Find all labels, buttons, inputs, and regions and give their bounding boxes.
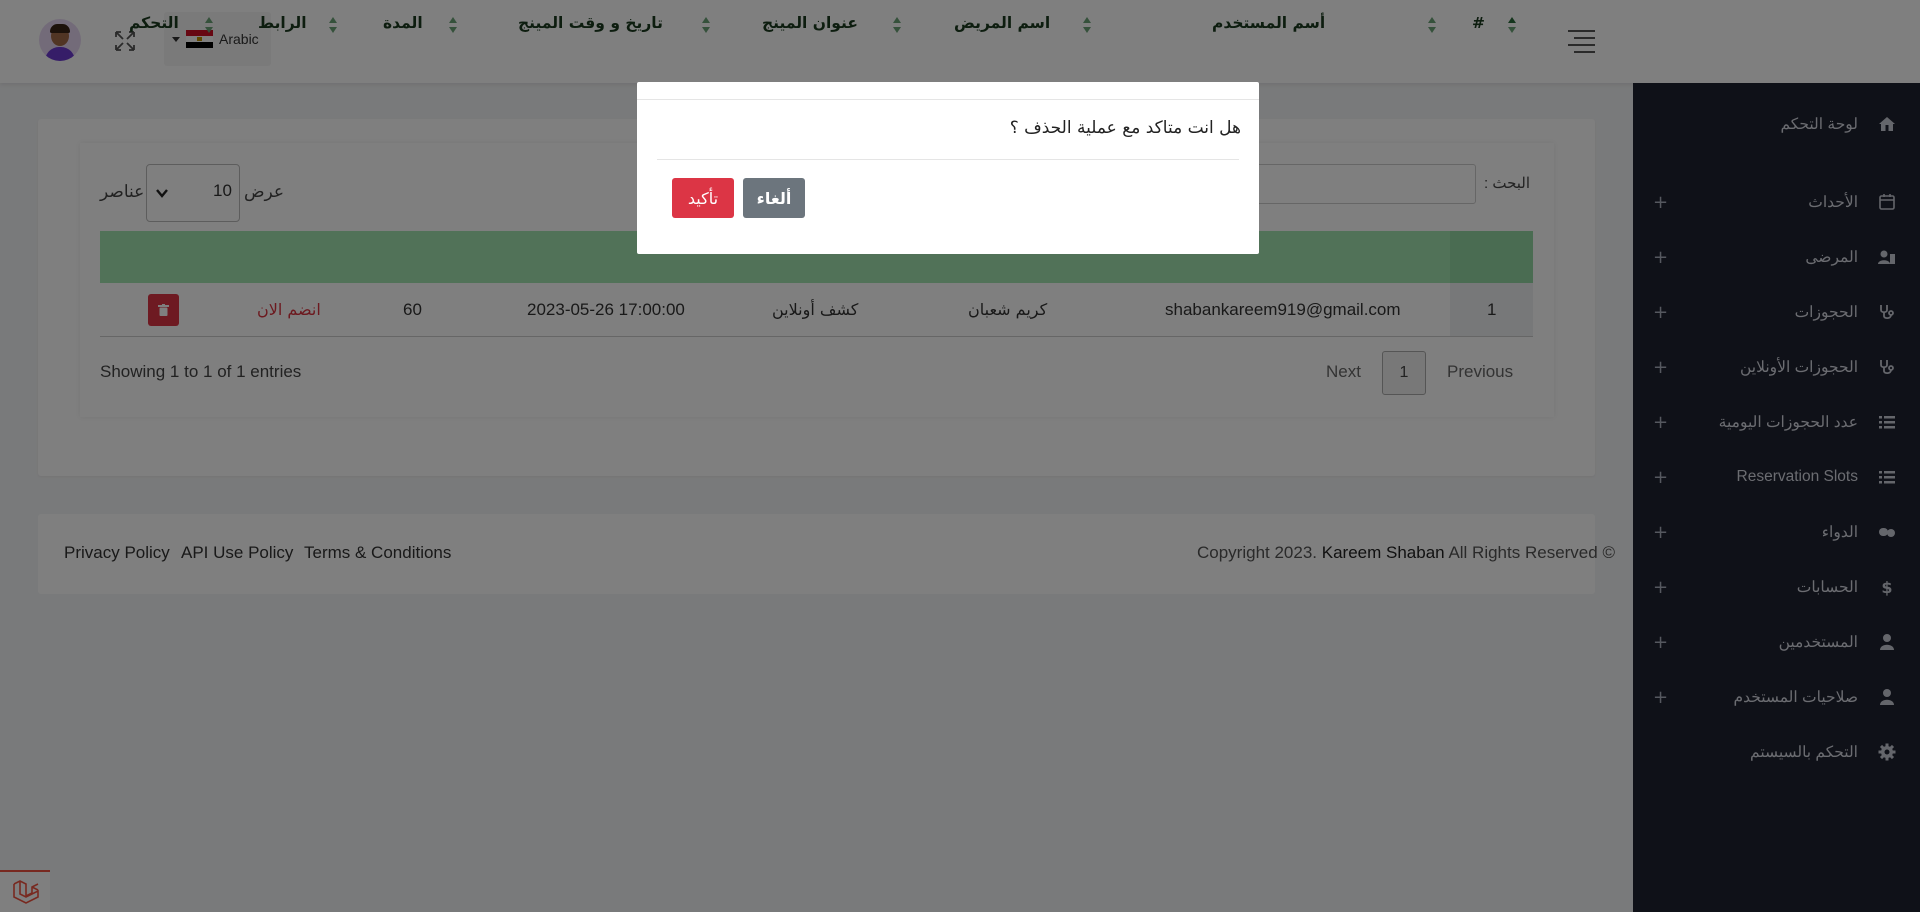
confirm-delete-modal: هل انت متاكد مع عملية الحذف ؟ تأكيد ألغا…	[637, 82, 1259, 254]
modal-message: هل انت متاكد مع عملية الحذف ؟	[1009, 118, 1241, 138]
confirm-button[interactable]: تأكيد	[672, 178, 734, 218]
modal-header-divider	[637, 99, 1259, 100]
cancel-button[interactable]: ألغاء	[743, 178, 805, 218]
modal-body-divider	[657, 159, 1239, 160]
